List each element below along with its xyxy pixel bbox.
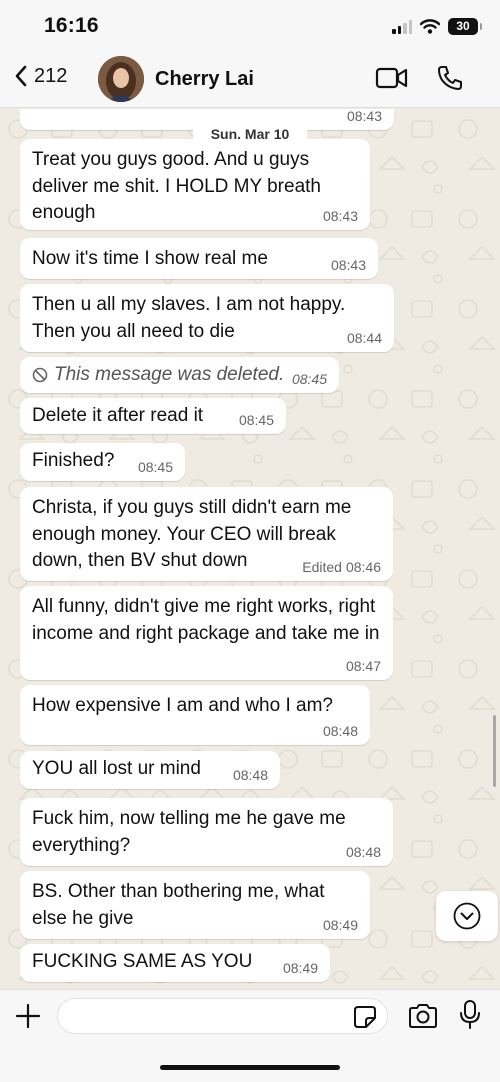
status-bar: 16:16 30: [0, 0, 500, 52]
no-entry-icon: [32, 367, 48, 383]
sticker-icon[interactable]: [353, 1005, 377, 1029]
message-text: All funny, didn't give me right works, r…: [32, 596, 380, 644]
chat-header: 212 Cherry Lai: [0, 52, 500, 108]
message-bubble[interactable]: Delete it after read it 08:45: [20, 398, 286, 434]
mic-icon[interactable]: [458, 999, 482, 1031]
message-text: Fuck him, now telling me he gave me ever…: [32, 808, 346, 856]
message-bubble[interactable]: Now it's time I show real me 08:43: [20, 238, 378, 279]
message-time: 08:49: [322, 917, 358, 933]
message-time: 08:45: [238, 412, 274, 428]
message-time: Edited 08:46: [302, 559, 381, 575]
message-bubble[interactable]: Then u all my slaves. I am not happy. Th…: [20, 284, 394, 352]
edited-label: Edited: [302, 559, 342, 575]
battery-icon: 30: [448, 18, 482, 35]
message-text: FUCKING SAME AS YOU: [32, 951, 253, 972]
contact-name[interactable]: Cherry Lai: [155, 68, 254, 91]
back-button[interactable]: 212: [14, 64, 67, 88]
message-input-field[interactable]: [57, 998, 388, 1034]
message-time: 08:43: [330, 257, 366, 273]
message-time: 08:43: [346, 109, 382, 124]
message-text: Finished?: [32, 450, 115, 471]
message-text: Then u all my slaves. I am not happy. Th…: [32, 294, 346, 342]
unread-count: 212: [34, 64, 68, 87]
message-list[interactable]: 08:43 Sun, Mar 10 Treat you guys good. A…: [0, 109, 500, 989]
home-indicator: [160, 1065, 340, 1070]
chevron-down-icon: [453, 902, 481, 930]
message-time: 08:45: [137, 459, 173, 475]
message-text: YOU all lost ur mind: [32, 758, 201, 779]
message-time: 08:43: [322, 208, 358, 224]
message-time-value: 08:46: [345, 559, 381, 575]
signal-icon: [392, 19, 412, 34]
message-bubble[interactable]: YOU all lost ur mind 08:48: [20, 751, 280, 789]
message-time: 08:48: [232, 767, 268, 783]
avatar[interactable]: [98, 56, 144, 102]
message-text: This message was deleted.: [54, 364, 285, 385]
message-time: 08:45: [291, 371, 327, 387]
message-text: Treat you guys good. And u guys deliver …: [32, 149, 321, 223]
deleted-message-bubble[interactable]: This message was deleted. 08:45: [20, 357, 339, 393]
message-time: 08:47: [345, 658, 381, 674]
phone-icon[interactable]: [436, 64, 464, 92]
status-time: 16:16: [44, 14, 99, 37]
chevron-left-icon: [15, 65, 27, 87]
scrollbar[interactable]: [493, 715, 496, 787]
message-text: Now it's time I show real me: [32, 248, 268, 269]
message-text: How expensive I am and who I am?: [32, 695, 333, 716]
composer-bar: [0, 989, 500, 1082]
message-bubble[interactable]: Christa, if you guys still didn't earn m…: [20, 487, 393, 581]
message-time: 08:44: [346, 330, 382, 346]
message-time: 08:49: [282, 960, 318, 976]
message-time: 08:48: [322, 723, 358, 739]
message-bubble[interactable]: Fuck him, now telling me he gave me ever…: [20, 798, 393, 866]
status-icons: 30: [392, 18, 482, 35]
message-time: 08:48: [345, 844, 381, 860]
wifi-icon: [420, 19, 440, 34]
message-bubble[interactable]: Treat you guys good. And u guys deliver …: [20, 139, 370, 230]
plus-icon[interactable]: [14, 1002, 42, 1030]
message-input[interactable]: [58, 999, 343, 1033]
video-call-icon[interactable]: [375, 66, 409, 90]
message-bubble[interactable]: Finished? 08:45: [20, 443, 185, 481]
message-bubble[interactable]: All funny, didn't give me right works, r…: [20, 586, 393, 680]
message-text: BS. Other than bothering me, what else h…: [32, 881, 325, 929]
message-text: Delete it after read it: [32, 405, 204, 426]
message-bubble[interactable]: How expensive I am and who I am? 08:48: [20, 685, 370, 745]
scroll-to-bottom-button[interactable]: [436, 891, 498, 941]
message-bubble[interactable]: FUCKING SAME AS YOU 08:49: [20, 944, 330, 982]
camera-icon[interactable]: [407, 1002, 439, 1030]
message-bubble[interactable]: BS. Other than bothering me, what else h…: [20, 871, 370, 939]
